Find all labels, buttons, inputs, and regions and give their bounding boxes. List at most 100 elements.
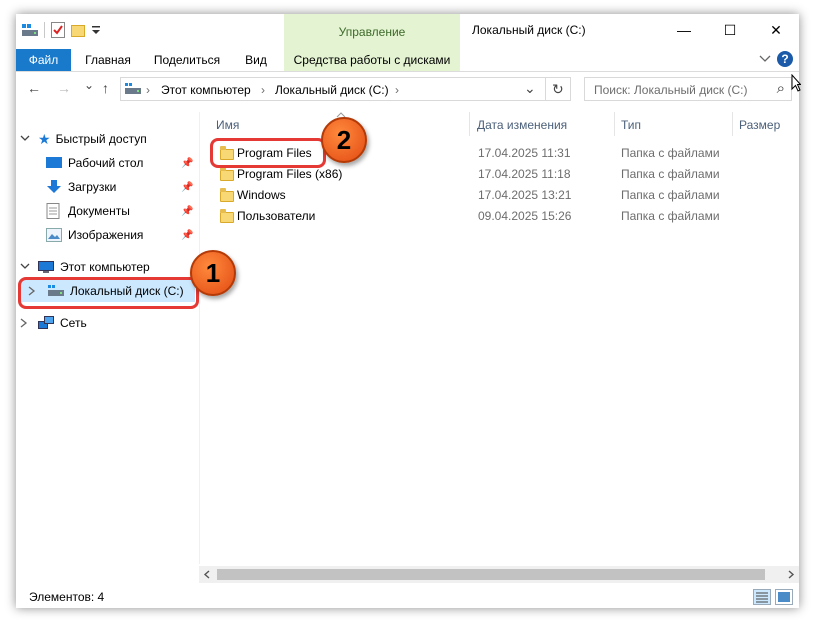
maximize-button[interactable]: ☐ bbox=[707, 14, 753, 46]
breadcrumb-this-pc[interactable]: Этот компьютер bbox=[161, 83, 251, 97]
back-button[interactable]: ← bbox=[27, 80, 41, 96]
drive-icon[interactable] bbox=[22, 23, 38, 37]
properties-icon[interactable] bbox=[51, 22, 65, 38]
tab-home[interactable]: Главная bbox=[78, 49, 138, 71]
column-separator[interactable] bbox=[614, 112, 615, 136]
sidebar-label: Документы bbox=[68, 204, 130, 218]
annotation-highlight-local-disk bbox=[18, 277, 199, 309]
desktop-icon bbox=[46, 157, 62, 168]
pin-icon[interactable]: 📌 bbox=[181, 182, 193, 193]
documents-icon bbox=[46, 203, 60, 219]
breadcrumb-drive[interactable]: Локальный диск (C:) bbox=[275, 83, 389, 97]
file-type: Папка с файлами bbox=[621, 146, 720, 160]
explorer-window: Управление Локальный диск (C:) — ☐ ✕ Фай… bbox=[16, 14, 799, 608]
details-view-icon bbox=[756, 592, 768, 603]
address-dropdown-button[interactable]: ⌄ bbox=[524, 80, 536, 97]
column-header-date[interactable]: Дата изменения bbox=[477, 118, 567, 140]
file-name: Пользователи bbox=[237, 209, 316, 223]
help-icon[interactable]: ? bbox=[777, 51, 793, 67]
column-separator[interactable] bbox=[732, 112, 733, 136]
status-bar: Элементов: 4 bbox=[16, 586, 799, 608]
large-icons-view-icon bbox=[778, 592, 790, 602]
computer-icon bbox=[38, 260, 54, 273]
file-name: Program Files (x86) bbox=[237, 167, 343, 181]
customize-toolbar-icon[interactable] bbox=[91, 25, 101, 35]
breadcrumb-separator-icon[interactable]: › bbox=[261, 83, 265, 97]
column-header-type[interactable]: Тип bbox=[621, 118, 641, 140]
file-name: Windows bbox=[237, 188, 286, 202]
annotation-badge-2: 2 bbox=[321, 117, 367, 163]
sidebar-label: Этот компьютер bbox=[60, 260, 150, 274]
scroll-right-icon[interactable] bbox=[788, 570, 795, 579]
sidebar-item-this-pc[interactable]: Этот компьютер bbox=[20, 256, 195, 278]
column-header-size[interactable]: Размер bbox=[739, 118, 780, 140]
file-row[interactable]: Windows 17.04.2025 13:21 Папка с файлами bbox=[212, 185, 792, 206]
recent-locations-button[interactable]: ⌄ bbox=[84, 78, 94, 92]
file-date: 17.04.2025 13:21 bbox=[478, 188, 572, 202]
folder-icon bbox=[220, 167, 234, 181]
chevron-down-icon[interactable] bbox=[20, 135, 30, 143]
breadcrumb-separator-icon[interactable]: › bbox=[146, 83, 150, 97]
new-folder-icon[interactable] bbox=[71, 23, 85, 37]
network-icon bbox=[38, 316, 54, 329]
context-tab-group: Управление bbox=[284, 14, 460, 49]
address-bar[interactable]: › Этот компьютер › Локальный диск (C:) ›… bbox=[120, 77, 571, 101]
up-button[interactable]: ↑ bbox=[102, 80, 109, 96]
annotation-badge-1: 1 bbox=[190, 250, 236, 296]
close-button[interactable]: ✕ bbox=[753, 14, 799, 46]
chevron-right-icon[interactable] bbox=[20, 318, 28, 328]
downloads-icon bbox=[47, 180, 61, 193]
chevron-down-icon[interactable] bbox=[759, 55, 771, 63]
breadcrumb-separator-icon[interactable]: › bbox=[395, 83, 399, 97]
close-icon: ✕ bbox=[770, 21, 782, 38]
tab-view[interactable]: Вид bbox=[240, 49, 272, 71]
sidebar-label: Загрузки bbox=[68, 180, 117, 194]
file-date: 09.04.2025 15:26 bbox=[478, 209, 572, 223]
horizontal-scrollbar[interactable] bbox=[199, 566, 799, 583]
sidebar-item-quick-access[interactable]: ★ Быстрый доступ bbox=[20, 128, 195, 150]
navigation-bar: ← → ⌄ ↑ › Этот компьютер › Локальный дис… bbox=[16, 72, 799, 106]
pin-icon[interactable]: 📌 bbox=[181, 230, 193, 241]
scrollbar-thumb[interactable] bbox=[217, 569, 765, 580]
sidebar-item-network[interactable]: Сеть bbox=[20, 312, 195, 334]
quick-access-toolbar bbox=[22, 21, 101, 39]
tab-file[interactable]: Файл bbox=[16, 49, 71, 71]
sidebar-item-desktop[interactable]: Рабочий стол 📌 bbox=[46, 152, 196, 174]
minimize-button[interactable]: — bbox=[661, 14, 707, 46]
search-placeholder: Поиск: Локальный диск (C:) bbox=[594, 83, 748, 97]
cursor-icon bbox=[791, 74, 801, 92]
window-title: Локальный диск (C:) bbox=[472, 23, 586, 37]
sidebar-label: Рабочий стол bbox=[68, 156, 144, 170]
annotation-highlight-program-files bbox=[210, 138, 326, 168]
details-view-button[interactable] bbox=[753, 589, 771, 605]
chevron-down-icon[interactable] bbox=[20, 263, 30, 271]
sidebar-item-pictures[interactable]: Изображения 📌 bbox=[46, 224, 196, 246]
sidebar-item-documents[interactable]: Документы 📌 bbox=[46, 200, 196, 222]
tab-share[interactable]: Поделиться bbox=[150, 49, 224, 71]
pin-icon[interactable]: 📌 bbox=[181, 206, 193, 217]
toolbar-separator bbox=[44, 22, 45, 38]
large-icons-view-button[interactable] bbox=[775, 589, 793, 605]
ribbon-tabs: Файл Главная Поделиться Вид Средства раб… bbox=[16, 49, 799, 72]
address-divider bbox=[545, 78, 546, 100]
tab-drive-tools[interactable]: Средства работы с дисками bbox=[284, 49, 460, 72]
sidebar-label: Быстрый доступ bbox=[55, 132, 147, 146]
scroll-left-icon[interactable] bbox=[203, 570, 210, 579]
file-type: Папка с файлами bbox=[621, 167, 720, 181]
search-input[interactable]: Поиск: Локальный диск (C:) ⌕ bbox=[584, 77, 792, 101]
sidebar-label: Сеть bbox=[60, 316, 87, 330]
sidebar-item-downloads[interactable]: Загрузки 📌 bbox=[46, 176, 196, 198]
column-header-name[interactable]: Имя bbox=[216, 118, 239, 140]
column-separator[interactable] bbox=[469, 112, 470, 136]
search-icon[interactable]: ⌕ bbox=[777, 80, 785, 97]
file-type: Папка с файлами bbox=[621, 209, 720, 223]
context-tab-label: Управление bbox=[338, 25, 406, 39]
pin-icon[interactable]: 📌 bbox=[181, 158, 193, 169]
folder-icon bbox=[220, 209, 234, 223]
file-row[interactable]: Пользователи 09.04.2025 15:26 Папка с фа… bbox=[212, 206, 792, 227]
file-type: Папка с файлами bbox=[621, 188, 720, 202]
pictures-icon bbox=[46, 228, 62, 242]
file-date: 17.04.2025 11:31 bbox=[478, 146, 571, 160]
forward-button[interactable]: → bbox=[57, 80, 71, 96]
refresh-button[interactable]: ↻ bbox=[552, 81, 564, 98]
